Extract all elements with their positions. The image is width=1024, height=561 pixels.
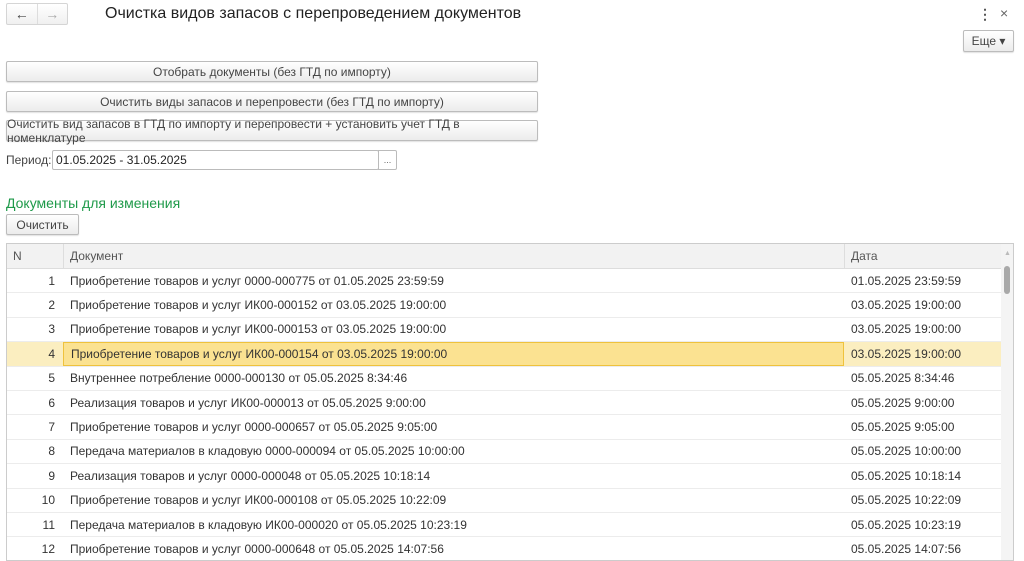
close-icon[interactable]: × — [1000, 5, 1008, 21]
row-number: 10 — [41, 493, 55, 508]
clear-button[interactable]: Очистить — [6, 214, 79, 235]
row-number: 7 — [48, 420, 55, 435]
row-number: 8 — [48, 444, 55, 459]
column-header-document[interactable]: Документ — [63, 244, 844, 268]
row-date: 03.05.2025 19:00:00 — [851, 322, 962, 337]
table-row[interactable]: 6 Реализация товаров и услуг ИК00-000013 … — [7, 391, 1013, 416]
table-row[interactable]: 3 Приобретение товаров и услуг ИК00-00015… — [7, 318, 1013, 343]
row-number: 12 — [41, 541, 55, 556]
row-document: Приобретение товаров и услуг 0000-000648… — [70, 541, 444, 556]
forward-arrow-icon[interactable]: → — [36, 4, 68, 24]
row-document: Приобретение товаров и услуг ИК00-000152… — [70, 298, 447, 313]
table-row[interactable]: 2 Приобретение товаров и услуг ИК00-00015… — [7, 293, 1013, 318]
row-date: 05.05.2025 9:00:00 — [851, 395, 955, 410]
page-title: Очистка видов запасов с перепроведением … — [105, 5, 522, 22]
table-row[interactable]: 7 Приобретение товаров и услуг 0000-00065… — [7, 415, 1013, 440]
scrollbar[interactable]: ▲ — [1001, 244, 1013, 560]
row-document: Приобретение товаров и услуг 0000-000657… — [70, 420, 438, 435]
table-row[interactable]: 10 Приобретение товаров и услуг ИК00-0001… — [7, 489, 1013, 513]
row-date: 05.05.2025 10:00:00 — [851, 444, 962, 459]
row-date: 05.05.2025 9:05:00 — [851, 420, 955, 435]
back-arrow-icon[interactable]: ← — [7, 4, 37, 24]
row-number: 11 — [42, 517, 55, 532]
row-document: Приобретение товаров и услуг ИК00-000154… — [63, 342, 844, 366]
row-number: 2 — [48, 298, 55, 313]
clear-and-repost-button[interactable]: Очистить виды запасов и перепровести (бе… — [6, 91, 538, 112]
scroll-up-icon[interactable]: ▲ — [1004, 250, 1011, 257]
more-actions-icon[interactable]: ⋮ — [978, 6, 992, 23]
table-row[interactable]: 5 Внутреннее потребление 0000-000130 от 0… — [7, 367, 1013, 391]
row-document: Приобретение товаров и услуг ИК00-000108… — [70, 493, 447, 508]
column-header-date[interactable]: Дата — [844, 244, 1002, 268]
table-header: N Документ Дата — [7, 244, 1013, 269]
table-row[interactable]: 9 Реализация товаров и услуг 0000-000048 … — [7, 464, 1013, 489]
row-date: 05.05.2025 14:07:56 — [851, 541, 962, 556]
section-title: Документы для изменения — [6, 195, 181, 211]
row-number: 1 — [48, 273, 55, 288]
row-document: Внутреннее потребление 0000-000130 от 05… — [70, 371, 408, 386]
row-date: 03.05.2025 19:00:00 — [851, 298, 962, 313]
period-input[interactable]: 01.05.2025 - 31.05.2025 — [52, 150, 379, 170]
row-number: 9 — [48, 468, 55, 483]
row-document: Передача материалов в кладовую ИК00-0000… — [70, 517, 467, 532]
row-date: 01.05.2025 23:59:59 — [851, 273, 962, 288]
period-label: Период: — [6, 153, 52, 167]
table-row[interactable]: 11 Передача материалов в кладовую ИК00-00… — [7, 513, 1013, 538]
row-document: Приобретение товаров и услуг ИК00-000153… — [70, 322, 447, 337]
table-row[interactable]: 8 Передача материалов в кладовую 0000-000… — [7, 440, 1013, 465]
row-date: 05.05.2025 8:34:46 — [851, 371, 955, 386]
table-row[interactable]: 1 Приобретение товаров и услуг 0000-00077… — [7, 269, 1013, 294]
more-button[interactable]: Еще ▾ — [963, 30, 1014, 52]
select-documents-button[interactable]: Отобрать документы (без ГТД по импорту) — [6, 61, 538, 82]
clear-gtd-and-repost-button[interactable]: Очистить вид запасов в ГТД по импорту и … — [6, 117, 538, 145]
navigation-buttons: ← → — [6, 3, 68, 25]
row-document: Приобретение товаров и услуг 0000-000775… — [70, 273, 444, 288]
documents-table: N Документ Дата 1 Приобретение товаров и … — [6, 243, 1014, 561]
row-document: Передача материалов в кладовую 0000-0000… — [70, 444, 465, 459]
row-number: 6 — [48, 395, 55, 410]
row-number: 5 — [48, 371, 55, 386]
row-number: 3 — [48, 322, 55, 337]
column-header-n[interactable]: N — [7, 244, 63, 268]
period-select-button[interactable]: ... — [378, 150, 397, 170]
row-date: 05.05.2025 10:18:14 — [851, 468, 962, 483]
scrollbar-thumb[interactable] — [1004, 266, 1010, 294]
row-number: 4 — [48, 346, 55, 361]
table-row[interactable]: 12 Приобретение товаров и услуг 0000-0006… — [7, 537, 1013, 560]
row-date: 05.05.2025 10:22:09 — [851, 493, 962, 508]
table-row[interactable]: 4 Приобретение товаров и услуг ИК00-00015… — [7, 342, 1013, 367]
row-document: Реализация товаров и услуг ИК00-000013 о… — [70, 395, 426, 410]
row-document: Реализация товаров и услуг 0000-000048 о… — [70, 468, 431, 483]
row-date: 03.05.2025 19:00:00 — [851, 346, 962, 361]
row-date: 05.05.2025 10:23:19 — [851, 517, 962, 532]
